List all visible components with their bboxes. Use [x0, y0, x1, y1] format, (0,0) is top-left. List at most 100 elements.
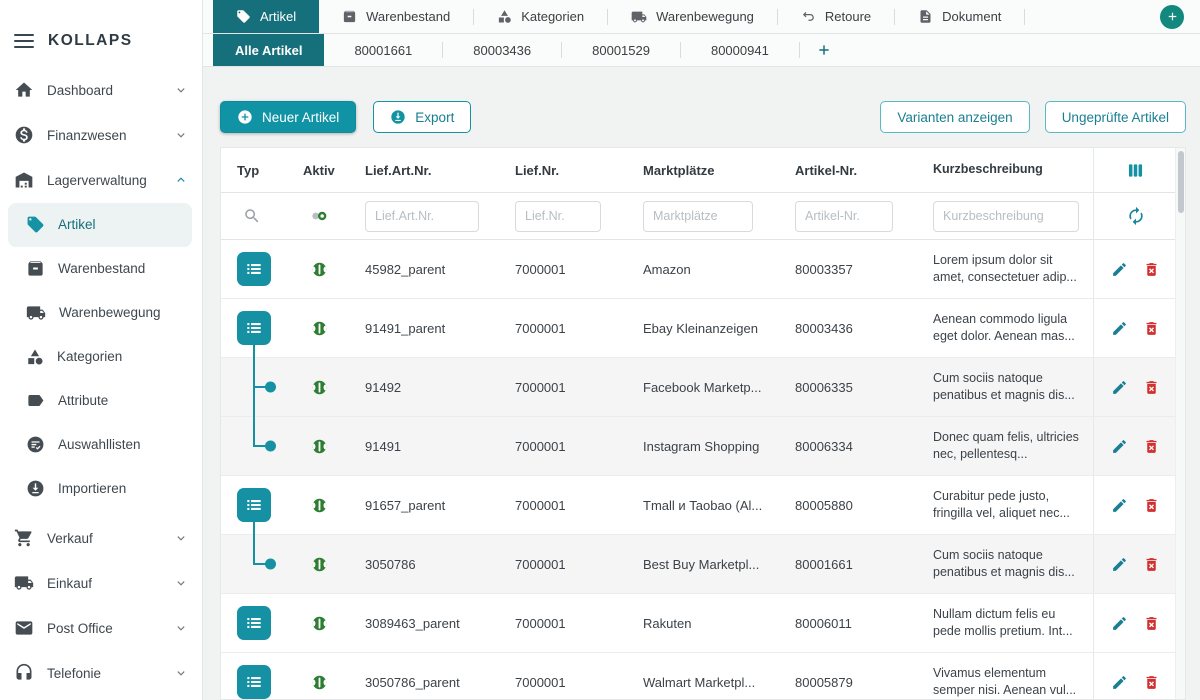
- filter-lief-nr-input[interactable]: [515, 201, 601, 232]
- cart-icon: [14, 528, 34, 548]
- show-variants-button[interactable]: Varianten anzeigen: [880, 101, 1029, 133]
- parent-type-icon[interactable]: [237, 606, 271, 640]
- edit-icon[interactable]: [1111, 556, 1128, 573]
- cell-lief-art-nr: 45982_parent: [353, 262, 503, 277]
- filter-kurzbeschreibung-input[interactable]: [933, 201, 1079, 232]
- sidebar-item-post-office[interactable]: Post Office: [0, 606, 202, 651]
- delete-icon[interactable]: [1143, 674, 1160, 691]
- add-module-tab-button[interactable]: [1160, 5, 1184, 29]
- sidebar-item-attribute[interactable]: Attribute: [8, 379, 192, 423]
- sidebar-item-warenbestand[interactable]: Warenbestand: [8, 247, 192, 291]
- sidebar-item-finanzwesen[interactable]: Finanzwesen: [0, 113, 202, 158]
- delete-icon[interactable]: [1143, 261, 1160, 278]
- child-node-dot: [265, 382, 276, 393]
- document-icon: [918, 9, 933, 24]
- edit-icon[interactable]: [1111, 615, 1128, 632]
- sidebar-item-verkauf[interactable]: Verkauf: [0, 516, 202, 561]
- add-article-tab-button[interactable]: [800, 42, 848, 58]
- sidebar-item-kategorien[interactable]: Kategorien: [8, 335, 192, 379]
- edit-icon[interactable]: [1111, 320, 1128, 337]
- shapes-icon: [26, 348, 44, 366]
- delete-icon[interactable]: [1143, 615, 1160, 632]
- cell-lief-nr: 7000001: [503, 616, 631, 631]
- tree-connector-line: [253, 534, 255, 563]
- header-typ: Typ: [221, 148, 291, 192]
- table-row: 91492 7000001 Facebook Marketp... 800063…: [221, 358, 1185, 417]
- header-lief-nr: Lief.Nr.: [503, 163, 631, 178]
- parent-type-icon[interactable]: [237, 311, 271, 345]
- parent-type-icon[interactable]: [237, 252, 271, 286]
- delete-icon[interactable]: [1143, 379, 1160, 396]
- delete-icon[interactable]: [1143, 320, 1160, 337]
- tab-kategorien[interactable]: Kategorien: [474, 0, 607, 33]
- unreviewed-articles-button[interactable]: Ungeprüfte Artikel: [1045, 101, 1186, 133]
- tag-icon: [236, 9, 251, 24]
- table-header-row: Typ Aktiv Lief.Art.Nr. Lief.Nr. Marktplä…: [221, 148, 1185, 193]
- sidebar-item-dashboard[interactable]: Dashboard: [0, 68, 202, 113]
- tab-warenbewegung[interactable]: Warenbewegung: [608, 0, 777, 33]
- subtab-80001529[interactable]: 80001529: [562, 34, 680, 66]
- subtab-80001661[interactable]: 80001661: [324, 34, 442, 66]
- cell-lief-nr: 7000001: [503, 439, 631, 454]
- list-icon: [244, 259, 264, 279]
- articles-table: Typ Aktiv Lief.Art.Nr. Lief.Nr. Marktplä…: [220, 147, 1186, 700]
- app-root: KOLLAPS Dashboard Finanzwesen Lagerverwa…: [0, 0, 1200, 700]
- list-check-circle-icon: [26, 435, 45, 454]
- export-download-icon: [390, 109, 406, 125]
- tab-retoure[interactable]: Retoure: [778, 0, 894, 33]
- sidebar-item-einkauf[interactable]: Einkauf: [0, 561, 202, 606]
- list-icon: [244, 495, 264, 515]
- sidebar-item-importieren[interactable]: Importieren: [8, 467, 192, 511]
- delete-icon[interactable]: [1143, 497, 1160, 514]
- edit-icon[interactable]: [1111, 438, 1128, 455]
- hamburger-menu-icon[interactable]: [14, 30, 34, 52]
- cell-lief-nr: 7000001: [503, 380, 631, 395]
- cell-lief-art-nr: 91492: [353, 380, 503, 395]
- edit-icon[interactable]: [1111, 261, 1128, 278]
- cell-marktplatz: Best Buy Marketpl...: [631, 557, 783, 572]
- sidebar-item-telefonie[interactable]: Telefonie: [0, 651, 202, 696]
- cell-artikel-nr: 80006011: [783, 616, 921, 631]
- tag-icon: [26, 215, 45, 234]
- tab-warenbestand[interactable]: Warenbestand: [319, 0, 473, 33]
- tab-artikel[interactable]: Artikel: [213, 0, 319, 33]
- table-row: 91491_parent 7000001 Ebay Kleinanzeigen …: [221, 299, 1185, 358]
- filter-typ: [221, 193, 291, 239]
- delete-icon[interactable]: [1143, 438, 1160, 455]
- scrollbar-thumb[interactable]: [1178, 151, 1184, 213]
- refresh-icon[interactable]: [1126, 206, 1146, 226]
- cell-kurzbeschreibung: Cum sociis natoque penatibus et magnis d…: [921, 370, 1093, 405]
- header-kurzbeschreibung: Kurzbeschreibung: [921, 161, 1093, 179]
- filter-marktplaetze-input[interactable]: [643, 201, 753, 232]
- subtab-80000941[interactable]: 80000941: [681, 34, 799, 66]
- parent-type-icon[interactable]: [237, 488, 271, 522]
- cell-artikel-nr: 80003357: [783, 262, 921, 277]
- active-toggle-filter-icon[interactable]: [310, 206, 330, 226]
- delete-icon[interactable]: [1143, 556, 1160, 573]
- edit-icon[interactable]: [1111, 379, 1128, 396]
- logo-row: KOLLAPS: [0, 0, 202, 68]
- subtab-alle-artikel[interactable]: Alle Artikel: [213, 34, 324, 66]
- cell-marktplatz: Rakuten: [631, 616, 783, 631]
- edit-icon[interactable]: [1111, 674, 1128, 691]
- tab-dokument[interactable]: Dokument: [895, 0, 1024, 33]
- edit-icon[interactable]: [1111, 497, 1128, 514]
- header-lief-art-nr: Lief.Art.Nr.: [353, 163, 503, 178]
- filter-lief-art-nr-input[interactable]: [365, 201, 479, 232]
- cell-kurzbeschreibung: Cum sociis natoque penatibus et magnis d…: [921, 547, 1093, 582]
- box-icon: [342, 9, 357, 24]
- sidebar-item-lagerverwaltung[interactable]: Lagerverwaltung: [0, 158, 202, 203]
- sidebar-item-artikel[interactable]: Artikel: [8, 203, 192, 247]
- header-marktplaetze: Marktplätze: [631, 163, 783, 178]
- export-button[interactable]: Export: [373, 101, 471, 133]
- search-icon: [243, 207, 261, 225]
- filter-artikel-nr-input[interactable]: [795, 201, 893, 232]
- new-article-button[interactable]: Neuer Artikel: [220, 101, 356, 133]
- cell-marktplatz: Instagram Shopping: [631, 439, 783, 454]
- sidebar-item-auswahllisten[interactable]: Auswahllisten: [8, 423, 192, 467]
- subtab-80003436[interactable]: 80003436: [443, 34, 561, 66]
- parent-type-icon[interactable]: [237, 665, 271, 699]
- sidebar-item-warenbewegung[interactable]: Warenbewegung: [8, 291, 192, 335]
- shapes-icon: [497, 9, 512, 24]
- column-settings-icon[interactable]: [1125, 160, 1146, 181]
